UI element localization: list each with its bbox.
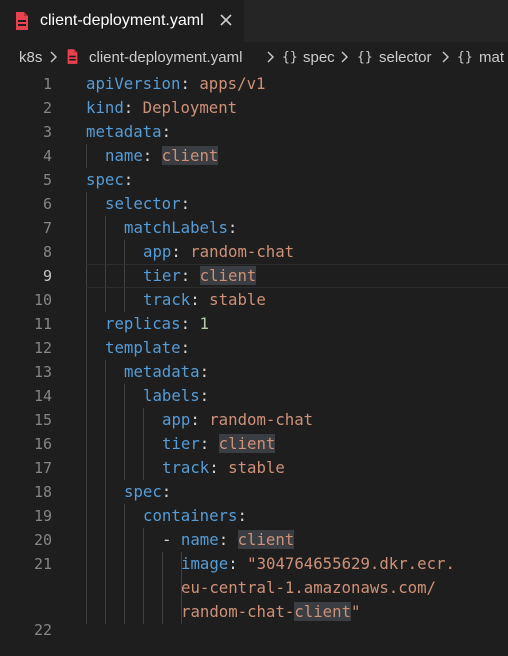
yaml-file-icon	[16, 12, 28, 30]
code-text: track: stable	[143, 290, 266, 309]
chevron-right-icon	[267, 51, 274, 63]
tab-client-deployment[interactable]: client-deployment.yaml	[0, 0, 244, 42]
object-icon: {}	[457, 50, 473, 65]
code-text: track: stable	[162, 458, 285, 477]
line-number: 15	[33, 411, 52, 429]
code-text: tier: client	[162, 434, 276, 453]
code-line[interactable]: 11 replicas: 1	[0, 312, 508, 336]
code-editor[interactable]: 1 apiVersion: apps/v1 2 kind: Deployment…	[0, 72, 508, 656]
breadcrumb: k8s client-deployment.yaml {} spec {} se…	[0, 42, 508, 72]
code-line[interactable]: 6 selector:	[0, 192, 508, 216]
breadcrumb-folder[interactable]: k8s	[19, 48, 42, 68]
breadcrumb-mat[interactable]: mat	[479, 48, 504, 68]
code-line[interactable]: 19 containers:	[0, 504, 508, 528]
code-text: apiVersion: apps/v1	[86, 74, 266, 93]
code-line[interactable]: 10 track: stable	[0, 288, 508, 312]
line-number: 14	[33, 387, 52, 405]
code-line[interactable]: 18 spec:	[0, 480, 508, 504]
code-text: selector:	[105, 194, 191, 213]
code-line[interactable]: 5 spec:	[0, 168, 508, 192]
line-number: 10	[33, 291, 52, 309]
code-text: spec:	[124, 482, 172, 501]
breadcrumb-selector[interactable]: selector	[379, 48, 432, 68]
code-text: matchLabels:	[124, 218, 238, 237]
code-text: labels:	[143, 386, 210, 405]
code-line[interactable]: 2 kind: Deployment	[0, 96, 508, 120]
code-text: metadata:	[86, 122, 172, 141]
line-number: 19	[33, 507, 52, 525]
breadcrumb-spec[interactable]: spec	[303, 48, 335, 68]
line-number: 16	[33, 435, 52, 453]
line-number: 3	[42, 123, 52, 141]
code-text: tier: client	[143, 266, 257, 285]
code-text: app: random-chat	[162, 410, 314, 429]
code-line[interactable]: 13 metadata:	[0, 360, 508, 384]
code-line[interactable]: 16 tier: client	[0, 432, 508, 456]
code-line[interactable]: 1 apiVersion: apps/v1	[0, 72, 508, 96]
code-line[interactable]: 12 template:	[0, 336, 508, 360]
line-number: 18	[33, 483, 52, 501]
object-icon: {}	[357, 50, 373, 65]
code-text: metadata:	[124, 362, 210, 381]
line-number: 5	[42, 171, 52, 189]
line-number: 6	[42, 195, 52, 213]
code-text: replicas: 1	[105, 314, 209, 333]
code-text: app: random-chat	[143, 242, 295, 261]
chevron-right-icon	[50, 51, 57, 63]
code-line[interactable]: 22	[0, 618, 508, 642]
code-text: kind: Deployment	[86, 98, 238, 117]
code-text: containers:	[143, 506, 247, 525]
line-number: 9	[42, 267, 52, 285]
code-line[interactable]: 15 app: random-chat	[0, 408, 508, 432]
code-line-active[interactable]: 9 tier: client	[0, 264, 508, 288]
code-text: image: "304764655629.dkr.ecr.	[181, 554, 455, 573]
tab-bar: client-deployment.yaml	[0, 0, 508, 42]
code-line[interactable]: 17 track: stable	[0, 456, 508, 480]
code-line[interactable]: 3 metadata:	[0, 120, 508, 144]
code-text: spec:	[86, 170, 134, 189]
code-line[interactable]: 4 name: client	[0, 144, 508, 168]
code-line[interactable]: 14 labels:	[0, 384, 508, 408]
code-text: template:	[105, 338, 191, 357]
code-line[interactable]: 20 - name: client	[0, 528, 508, 552]
close-icon[interactable]	[218, 12, 234, 28]
line-number: 8	[42, 243, 52, 261]
code-line[interactable]: 7 matchLabels:	[0, 216, 508, 240]
chevron-right-icon	[341, 51, 348, 63]
line-number: 1	[42, 75, 52, 93]
line-number: 2	[42, 99, 52, 117]
code-text: name: client	[105, 146, 219, 165]
line-number: 13	[33, 363, 52, 381]
tab-label: client-deployment.yaml	[40, 12, 204, 29]
line-number: 12	[33, 339, 52, 357]
line-number: 17	[33, 459, 52, 477]
code-text-wrapped: eu-central-1.amazonaws.com/	[181, 578, 437, 597]
chevron-right-icon	[442, 51, 449, 63]
code-text: - name: client	[162, 530, 295, 549]
line-number: 20	[33, 531, 52, 549]
line-number: 4	[42, 147, 52, 165]
line-number: 22	[33, 621, 52, 639]
line-number: 11	[33, 315, 52, 333]
line-number: 7	[42, 219, 52, 237]
object-icon: {}	[282, 50, 298, 65]
breadcrumb-file[interactable]: client-deployment.yaml	[89, 48, 242, 68]
yaml-file-icon	[67, 49, 78, 64]
line-number: 21	[33, 555, 52, 573]
code-line[interactable]: 8 app: random-chat	[0, 240, 508, 264]
code-line[interactable]: 21 image: "304764655629.dkr.ecr. eu-cent…	[0, 552, 508, 624]
